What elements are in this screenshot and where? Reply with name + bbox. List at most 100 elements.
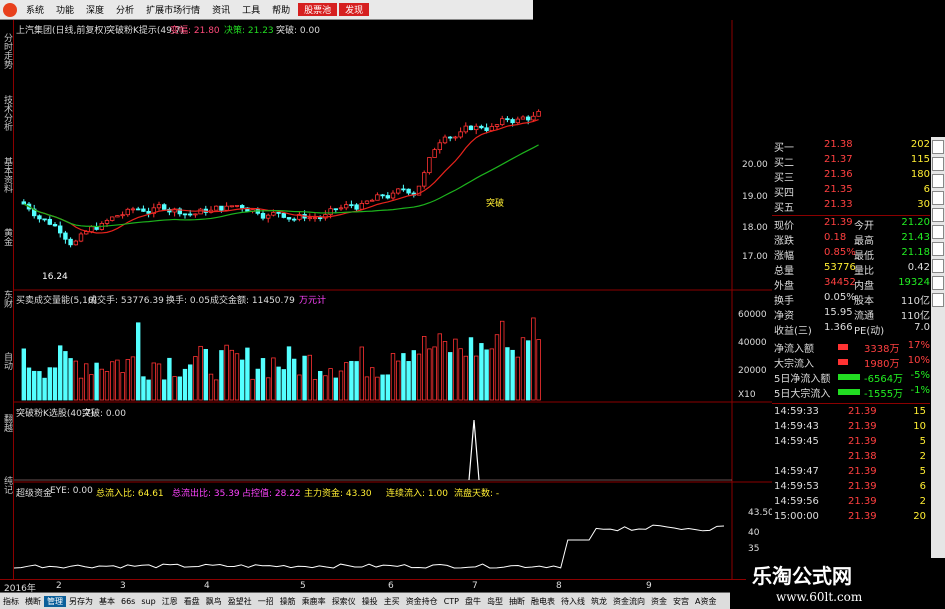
volume-bar [193, 356, 198, 401]
bottom-tab[interactable]: 资金流向 [610, 596, 648, 607]
toolbar-button-icon[interactable] [932, 293, 944, 307]
bottom-tab[interactable]: 抽断 [506, 596, 528, 607]
bottom-tab[interactable]: 基本 [96, 596, 118, 607]
left-tab[interactable]: 技术分析 [0, 82, 14, 144]
candle-body [468, 125, 474, 131]
bottom-tab[interactable]: 资金持仓 [403, 596, 441, 607]
bottom-tab[interactable]: 看盘 [181, 596, 203, 607]
tick-price: 21.39 [848, 511, 877, 522]
bottom-tab[interactable]: 横断 [22, 596, 44, 607]
toolbar-button-icon[interactable] [932, 276, 944, 290]
volume-bar [203, 348, 208, 401]
signal-spike [468, 419, 480, 481]
bottom-tab[interactable]: 资金 [648, 596, 670, 607]
bottom-tab[interactable]: 另存为 [66, 596, 96, 607]
volume-bar [349, 360, 354, 401]
menu-tools[interactable]: 工具 [236, 3, 266, 16]
candle-body [333, 208, 338, 211]
tick-row: 14:59:47 21.39 5 [772, 466, 930, 480]
menu-news[interactable]: 资讯 [206, 3, 236, 16]
candle-body [281, 213, 286, 218]
bottom-tab[interactable]: A资金 [692, 596, 719, 607]
tick-row: 14:59:56 21.39 2 [772, 496, 930, 510]
date-axis-label: 9 [646, 581, 652, 591]
menu-discover[interactable]: 发现 [339, 3, 370, 16]
candle-body [276, 211, 281, 214]
left-tab[interactable]: 黄金 [0, 206, 14, 268]
toolbar-button-icon[interactable] [932, 225, 944, 239]
date-axis-label: 3 [120, 581, 126, 591]
left-tab[interactable]: 基本资料 [0, 144, 14, 206]
bid-row[interactable]: 买三 21.36 180 [772, 169, 930, 184]
stat-row: 涨幅 0.85% 最低 21.18 [772, 247, 930, 262]
volume-bar [47, 367, 52, 401]
bottom-tab[interactable]: sup [138, 597, 158, 606]
left-tab[interactable]: 东财 [0, 268, 14, 330]
toolbar-button-icon[interactable] [932, 242, 944, 256]
menu-stock-pool[interactable]: 股票池 [298, 3, 338, 16]
toolbar-button-icon[interactable] [932, 174, 944, 188]
volume-bar [505, 347, 510, 401]
left-tab[interactable]: 纯记 [0, 454, 14, 516]
candle-body [239, 205, 245, 209]
indicator3-axis-label: 35 [748, 544, 760, 554]
bid-row[interactable]: 买四 21.35 6 [772, 184, 930, 199]
bottom-tab[interactable]: 盘牛 [462, 596, 484, 607]
candle-body [187, 213, 193, 216]
volume-bar [375, 376, 380, 401]
toolbar-button-icon[interactable] [932, 191, 944, 205]
bottom-tab[interactable]: 融电表 [528, 596, 558, 607]
bottom-tab[interactable]: 管理 [44, 595, 66, 607]
candle-body [271, 211, 276, 216]
bottom-tab[interactable]: 指标 [0, 596, 22, 607]
chart-area[interactable]: 上汽集团(日线,前复权) 突破粉K提示(49,7) 变幅: 21.80 决策: … [13, 20, 774, 580]
bottom-tab[interactable]: 飘鸟 [203, 596, 225, 607]
left-tab[interactable]: 分时走势 [0, 20, 14, 82]
candle-body [380, 194, 385, 197]
toolbar-button-icon[interactable] [932, 208, 944, 222]
bottom-tab[interactable]: 探索仪 [329, 596, 359, 607]
bid-row[interactable]: 买二 21.37 115 [772, 154, 930, 169]
bottom-tab[interactable]: 主买 [381, 596, 403, 607]
bottom-tab[interactable]: 筑龙 [588, 596, 610, 607]
volume-axis-label: 60000 [738, 310, 767, 320]
bottom-tab[interactable]: 66s [118, 597, 138, 606]
menu-analysis[interactable]: 分析 [110, 3, 140, 16]
candle-body [447, 136, 453, 139]
toolbar-button-icon[interactable] [932, 157, 944, 171]
bid-row[interactable]: 买五 21.33 30 [772, 199, 930, 214]
bottom-tab[interactable]: 乘鹿率 [299, 596, 329, 607]
candle-body [229, 205, 234, 208]
toolbar-button-icon[interactable] [932, 140, 944, 154]
bottom-tab-bar: 指标 横断 管理 另存为 基本 66s sup 江恩 看盘 飘鸟 盈望社 一招 操筋 乘鹿率 探索仪 操投 主买… [0, 592, 730, 609]
candle-body [442, 136, 448, 144]
bottom-tab[interactable]: 操筋 [277, 596, 299, 607]
menu-depth[interactable]: 深度 [80, 3, 110, 16]
volume-bar [416, 353, 422, 401]
bottom-tab[interactable]: CTP [441, 597, 462, 606]
bottom-tab[interactable]: 安宫 [670, 596, 692, 607]
bottom-tab[interactable]: 江恩 [159, 596, 181, 607]
right-toolbar [931, 137, 945, 577]
tick-time: 14:59:43 [774, 421, 819, 432]
left-tab[interactable]: 自动 [0, 330, 14, 392]
bottom-tab[interactable]: 一招 [255, 596, 277, 607]
bid-row[interactable]: 买一 21.38 202 [772, 139, 930, 154]
left-tab[interactable]: 翻越 [0, 392, 14, 454]
menu-system[interactable]: 系统 [20, 3, 50, 16]
bottom-tab[interactable]: 操投 [359, 596, 381, 607]
bottom-tab[interactable]: 待入线 [558, 596, 588, 607]
menu-function[interactable]: 功能 [50, 3, 80, 16]
stat-value: 0.85% [824, 247, 856, 258]
volume-bar [359, 346, 364, 401]
bottom-tab[interactable]: 盈望社 [225, 596, 255, 607]
menu-help[interactable]: 帮助 [266, 3, 296, 16]
bid-label: 买三 [774, 173, 794, 184]
menu-extended-market[interactable]: 扩展市场行情 [140, 3, 206, 16]
volume-bar [458, 348, 463, 401]
candle-body [463, 125, 468, 133]
bottom-tab[interactable]: 岛型 [484, 596, 506, 607]
toolbar-button-icon[interactable] [932, 259, 944, 273]
candle-body [156, 204, 162, 209]
volume-axis-label: 40000 [738, 338, 767, 348]
